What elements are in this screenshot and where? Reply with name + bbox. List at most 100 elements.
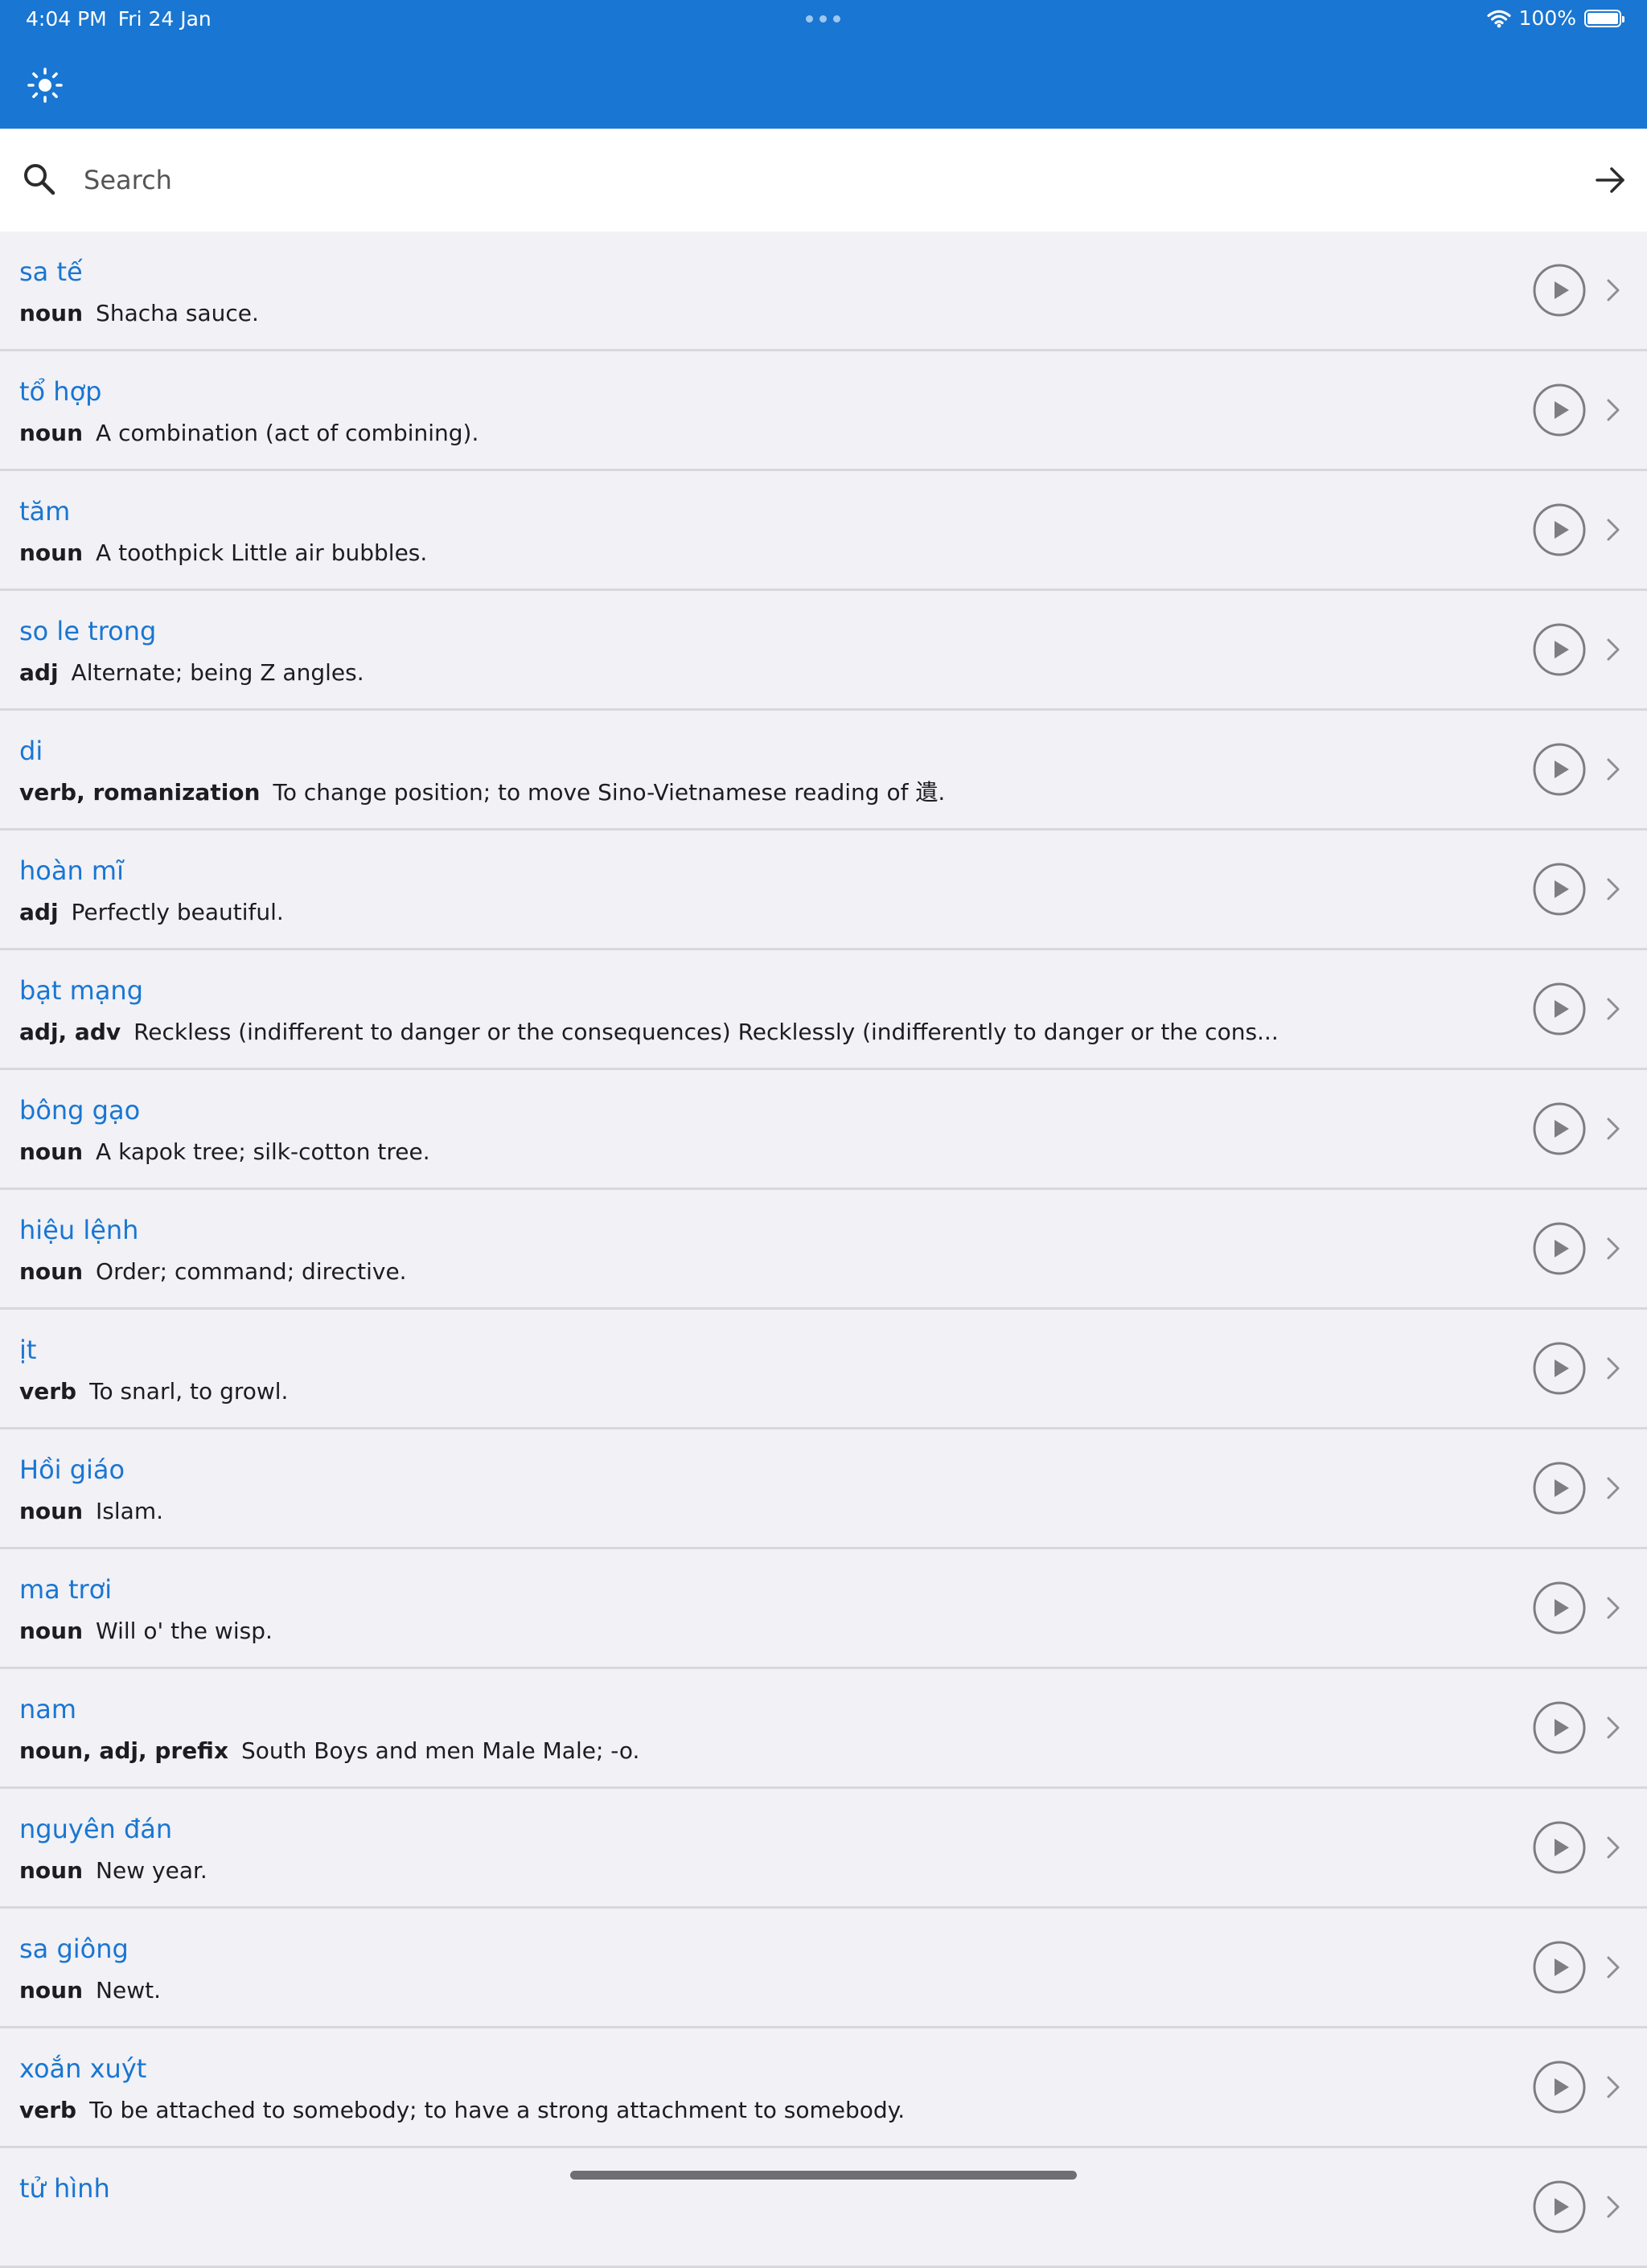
definition-line: noun New year. xyxy=(19,1856,1467,1885)
headword: tử hình xyxy=(19,2173,110,2204)
part-of-speech: noun xyxy=(19,539,84,566)
definition-text: Newt. xyxy=(96,1977,161,2003)
definition-line: noun Islam. xyxy=(19,1497,1467,1526)
list-item[interactable]: ịt verb To snarl, to growl. xyxy=(0,1310,1647,1429)
play-audio-icon[interactable] xyxy=(1533,1462,1586,1515)
list-item[interactable]: nguyên đán noun New year. xyxy=(0,1789,1647,1909)
play-audio-icon[interactable] xyxy=(1533,1941,1586,1994)
part-of-speech: verb xyxy=(19,2097,77,2123)
headword: so le trong xyxy=(19,616,157,646)
play-audio-icon[interactable] xyxy=(1533,1102,1586,1155)
list-item[interactable]: hiệu lệnh noun Order; command; directive. xyxy=(0,1190,1647,1310)
definition-line: verb To snarl, to growl. xyxy=(19,1377,1467,1406)
status-bar-time: 4:04 PM Fri 24 Jan xyxy=(26,8,223,31)
definition-line: verb To be attached to somebody; to have … xyxy=(19,2096,1467,2125)
play-audio-icon[interactable] xyxy=(1533,2061,1586,2114)
list-item[interactable]: tổ hợp noun A combination (act of combini… xyxy=(0,351,1647,471)
list-item[interactable]: xoắn xuýt verb To be attached to somebody… xyxy=(0,2028,1647,2148)
part-of-speech: noun, adj, prefix xyxy=(19,1737,228,1764)
list-item[interactable]: tử hình xyxy=(0,2148,1647,2268)
headword: ịt xyxy=(19,1335,37,1365)
definition-line: noun Order; command; directive. xyxy=(19,1257,1467,1286)
definition-text: Islam. xyxy=(96,1498,164,1524)
home-indicator[interactable] xyxy=(570,2171,1077,2180)
list-item[interactable]: bông gạo noun A kapok tree; silk-cotton t… xyxy=(0,1070,1647,1190)
play-audio-icon[interactable] xyxy=(1533,2180,1586,2233)
part-of-speech: noun xyxy=(19,1618,84,1644)
list-item[interactable]: tăm noun A toothpick Little air bubbles. xyxy=(0,471,1647,591)
definition-line: adj Perfectly beautiful. xyxy=(19,898,1467,927)
multitasking-dots-icon[interactable] xyxy=(806,15,840,23)
search-icon xyxy=(24,164,55,195)
headword: bông gạo xyxy=(19,1095,141,1126)
app-header: 4:04 PM Fri 24 Jan 100% xyxy=(0,0,1647,129)
chevron-right-icon xyxy=(1607,1597,1620,1619)
play-audio-icon[interactable] xyxy=(1533,264,1586,317)
headword: hiệu lệnh xyxy=(19,1215,139,1245)
list-item[interactable]: di verb, romanization To change position;… xyxy=(0,711,1647,831)
play-audio-icon[interactable] xyxy=(1533,383,1586,437)
play-audio-icon[interactable] xyxy=(1533,1701,1586,1754)
arrow-right-icon[interactable] xyxy=(1587,158,1633,203)
list-item[interactable]: bạt mạng adj, adv Reckless (indifferent t… xyxy=(0,950,1647,1070)
chevron-right-icon xyxy=(1607,998,1620,1020)
list-item[interactable]: nam noun, adj, prefix South Boys and men … xyxy=(0,1669,1647,1789)
part-of-speech: noun xyxy=(19,1857,84,1884)
battery-percent: 100% xyxy=(1518,6,1576,30)
play-audio-icon[interactable] xyxy=(1533,503,1586,556)
part-of-speech: noun xyxy=(19,1977,84,2003)
list-item[interactable]: Hồi giáo noun Islam. xyxy=(0,1429,1647,1549)
definition-line: noun Shacha sauce. xyxy=(19,299,1467,328)
chevron-right-icon xyxy=(1607,1357,1620,1380)
part-of-speech: noun xyxy=(19,1498,84,1524)
definition-text: Reckless (indifferent to danger or the c… xyxy=(133,1019,1279,1045)
part-of-speech: adj xyxy=(19,659,59,686)
status-bar-right: 100% xyxy=(1486,6,1624,31)
headword: tổ hợp xyxy=(19,376,102,407)
list-item[interactable]: sa tế noun Shacha sauce. xyxy=(0,232,1647,351)
definition-line: verb, romanization To change position; to… xyxy=(19,778,1467,807)
definition-text: Shacha sauce. xyxy=(96,300,259,326)
chevron-right-icon xyxy=(1607,1118,1620,1140)
definition-line: noun Newt. xyxy=(19,1976,1467,2005)
definition-line: noun, adj, prefix South Boys and men Male… xyxy=(19,1737,1467,1766)
list-item[interactable]: sa giông noun Newt. xyxy=(0,1909,1647,2028)
sun-icon[interactable] xyxy=(23,63,68,108)
definition-line: adj, adv Reckless (indifferent to danger … xyxy=(19,1018,1467,1047)
play-audio-icon[interactable] xyxy=(1533,982,1586,1036)
list-item[interactable]: ma trơi noun Will o' the wisp. xyxy=(0,1549,1647,1669)
list-item[interactable]: so le trong adj Alternate; being Z angles… xyxy=(0,591,1647,711)
play-audio-icon[interactable] xyxy=(1533,1821,1586,1874)
status-date: Fri 24 Jan xyxy=(117,7,212,31)
headword: hoàn mĩ xyxy=(19,855,124,886)
definition-line xyxy=(19,2216,1467,2245)
chevron-right-icon xyxy=(1607,279,1620,301)
play-audio-icon[interactable] xyxy=(1533,1342,1586,1395)
chevron-right-icon xyxy=(1607,638,1620,661)
play-audio-icon[interactable] xyxy=(1533,863,1586,916)
part-of-speech: noun xyxy=(19,1258,84,1285)
play-audio-icon[interactable] xyxy=(1533,623,1586,676)
battery-icon xyxy=(1584,10,1624,27)
headword: nam xyxy=(19,1694,77,1725)
definition-text: Perfectly beautiful. xyxy=(71,899,284,925)
definition-text: Will o' the wisp. xyxy=(96,1618,273,1644)
definition-line: noun A combination (act of combining). xyxy=(19,419,1467,448)
chevron-right-icon xyxy=(1607,878,1620,900)
definition-line: noun A kapok tree; silk-cotton tree. xyxy=(19,1138,1467,1167)
search-input[interactable] xyxy=(84,156,1531,204)
headword: tăm xyxy=(19,496,71,527)
play-audio-icon[interactable] xyxy=(1533,1581,1586,1634)
headword: nguyên đán xyxy=(19,1814,173,1844)
list-item[interactable]: hoàn mĩ adj Perfectly beautiful. xyxy=(0,831,1647,950)
wifi-icon xyxy=(1486,10,1511,28)
play-audio-icon[interactable] xyxy=(1533,743,1586,796)
play-audio-icon[interactable] xyxy=(1533,1222,1586,1275)
chevron-right-icon xyxy=(1607,1716,1620,1739)
definition-text: New year. xyxy=(96,1857,207,1884)
definition-line: noun Will o' the wisp. xyxy=(19,1617,1467,1646)
headword: xoắn xuýt xyxy=(19,2053,147,2084)
chevron-right-icon xyxy=(1607,1477,1620,1499)
part-of-speech: adj, adv xyxy=(19,1019,121,1045)
headword: sa giông xyxy=(19,1934,129,1964)
